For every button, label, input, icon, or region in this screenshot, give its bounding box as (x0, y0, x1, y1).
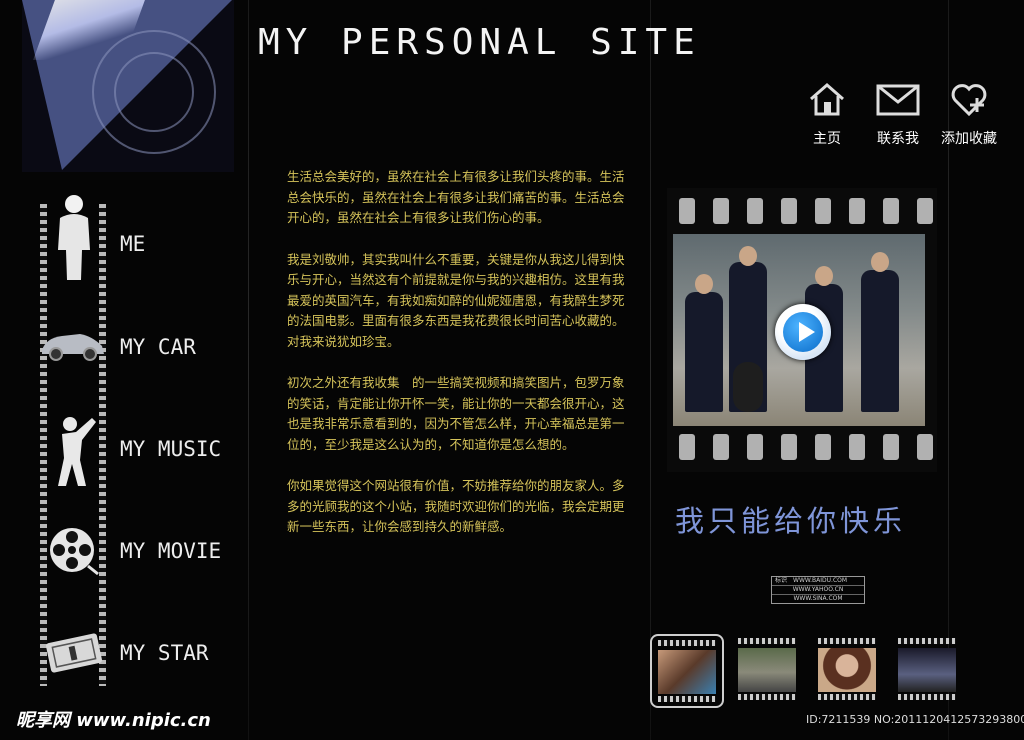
badge-line: WWW.SINA.COM (793, 595, 843, 602)
watermark: 昵享网 www.nipic.cn (16, 710, 211, 731)
film-hole (815, 198, 831, 224)
film-hole (849, 198, 865, 224)
background-streak (248, 0, 249, 740)
film-hole (781, 198, 797, 224)
film-hole (917, 434, 933, 460)
home-label: 主页 (813, 131, 841, 147)
woman-photo (658, 650, 716, 694)
video-player (667, 188, 937, 472)
favorite-add-icon (951, 84, 987, 117)
paragraph: 初次之外还有我收集 的一些搞笑视频和搞笑图片，包罗万象的笑话，肯定能让你开怀一笑… (287, 375, 625, 452)
actress-portrait-photo (818, 648, 876, 692)
film-hole (747, 198, 763, 224)
badge-url: WWW.BAIDU.COM (793, 577, 848, 584)
paragraph: 生活总会美好的，虽然在社会上有很多让我们头疼的事。生活总会快乐的，虽然在社会上有… (287, 169, 625, 225)
film-hole (747, 434, 763, 460)
film-hole (849, 434, 865, 460)
film-hole (713, 198, 729, 224)
play-icon (799, 322, 815, 342)
film-hole (815, 434, 831, 460)
badge-line: WWW.YAHOO.CN (792, 586, 844, 593)
car-icon (42, 334, 104, 361)
menu-item-my-music[interactable]: MY MUSIC (120, 437, 221, 461)
person-silhouette-icon (58, 195, 90, 280)
add-favorite-label: 添加收藏 (941, 131, 997, 147)
silver-car-photo (738, 648, 796, 692)
badge-label: 标识 (775, 577, 788, 584)
paragraph: 我是刘敬帅，其实我叫什么不重要，关键是你从我这儿得到快乐与开心，当然这有个前提就… (287, 251, 625, 349)
film-hole (781, 434, 797, 460)
menu-item-my-star[interactable]: MY STAR (120, 641, 209, 665)
thumbnail-convertible[interactable] (892, 634, 962, 704)
thumbnail-car[interactable] (732, 634, 802, 704)
menu-item-my-car[interactable]: MY CAR (120, 335, 196, 359)
film-hole (713, 434, 729, 460)
film-reel-icon (50, 528, 99, 576)
intro-text: 生活总会美好的，虽然在社会上有很多让我们头疼的事。生活总会快乐的，虽然在社会上有… (287, 167, 627, 559)
contact-label: 联系我 (877, 131, 919, 147)
home-link[interactable]: 主页 (794, 80, 860, 148)
film-hole (679, 434, 695, 460)
convertible-car-photo (898, 648, 956, 692)
link-badge[interactable]: 标识 WWW.BAIDU.COM WWW.YAHOO.CN WWW.SINA.CO… (771, 576, 865, 604)
spotlight-logo (22, 0, 234, 172)
mail-icon (876, 84, 920, 116)
film-hole (679, 198, 695, 224)
thumbnail-woman[interactable] (650, 634, 724, 708)
site-title: MY PERSONAL SITE (258, 22, 701, 63)
home-icon (810, 83, 844, 116)
paragraph: 你如果觉得这个网站很有价值，不妨推荐给你的朋友家人。多多的光顾我的这个小站，我随… (287, 478, 625, 534)
film-hole (883, 198, 899, 224)
video-thumbnail (673, 234, 925, 426)
menu-item-my-movie[interactable]: MY MOVIE (120, 539, 221, 563)
menu-item-me[interactable]: ME (120, 232, 145, 256)
film-hole (883, 434, 899, 460)
image-id-text: ID:7211539 NO:20111204125732938000 (806, 713, 1024, 726)
add-favorite-link[interactable]: 添加收藏 (936, 80, 1002, 148)
background-streak (650, 0, 651, 740)
contact-link[interactable]: 联系我 (865, 80, 931, 148)
tagline: 我只能给你快乐 (675, 504, 907, 538)
left-film-strip (40, 195, 106, 686)
film-hole (917, 198, 933, 224)
play-button[interactable] (775, 304, 831, 360)
ticket-icon (46, 633, 102, 673)
singer-silhouette-icon (58, 417, 96, 486)
thumbnail-actress[interactable] (812, 634, 882, 704)
